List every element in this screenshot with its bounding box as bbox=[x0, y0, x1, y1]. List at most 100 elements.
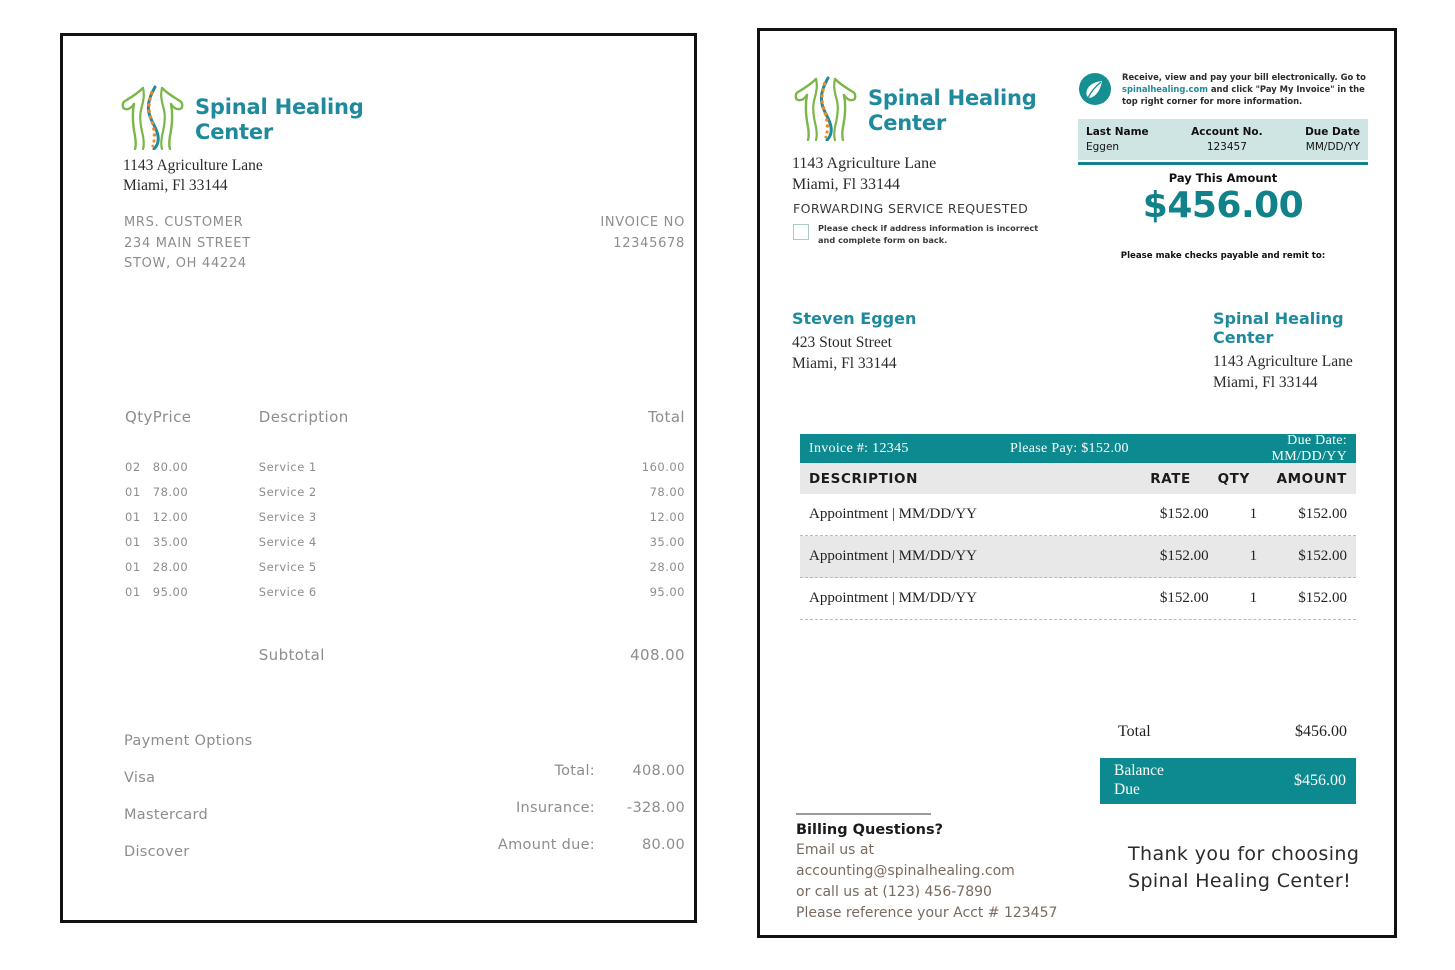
amount-due-row: Amount due: 80.00 bbox=[395, 837, 685, 853]
billing-email-address[interactable]: accounting@spinalhealing.com bbox=[796, 861, 1106, 882]
invoice-summary-bar: Invoice #: 12345 Please Pay: $152.00 Due… bbox=[800, 433, 1356, 464]
cell-price: 78.00 bbox=[152, 484, 189, 499]
spinalhealing-link[interactable]: spinalhealing.com bbox=[1122, 84, 1208, 94]
insurance-label: Insurance: bbox=[515, 800, 595, 816]
company-address-line2: Miami, Fl 33144 bbox=[123, 177, 228, 195]
brand-name-line2: Center bbox=[195, 119, 274, 144]
band-key-last-name: Last Name bbox=[1086, 126, 1149, 138]
brand-name-line1: Spinal Healing bbox=[195, 95, 364, 120]
invoice-bar-please-pay: Please Pay: $152.00 bbox=[1010, 440, 1129, 456]
amount-due-value: 80.00 bbox=[641, 837, 685, 853]
billing-questions-heading: Billing Questions? bbox=[796, 822, 944, 838]
col-header-description: Description bbox=[258, 408, 349, 426]
invoice-number-label: INVOICE NO bbox=[600, 215, 685, 230]
brand-logo-left: Spinal Healing Center bbox=[121, 84, 364, 155]
band-key-account-no: Account No. bbox=[1191, 126, 1263, 138]
cell-rate: $152.00 bbox=[1159, 548, 1209, 564]
total-value: $456.00 bbox=[1295, 723, 1347, 740]
band-cell-account-no: Account No. 123457 bbox=[1191, 126, 1262, 153]
cell-price: 28.00 bbox=[152, 559, 189, 574]
screenshot-canvas: Spinal Healing Center 1143 Agriculture L… bbox=[0, 0, 1455, 970]
cell-total: 28.00 bbox=[649, 559, 685, 574]
customer-name: MRS. CUSTOMER bbox=[124, 215, 244, 230]
cell-qty: 02 bbox=[125, 459, 141, 474]
brand-name-line2: Center bbox=[868, 110, 947, 135]
col-header-price: Price bbox=[152, 408, 192, 426]
remit-instruction: Please make checks payable and remit to: bbox=[1120, 250, 1326, 261]
band-underline-rule bbox=[1078, 162, 1368, 165]
invoice-table-right: Invoice #: 12345 Please Pay: $152.00 Due… bbox=[800, 433, 1356, 620]
line-items-table-left: Qty Price Description Total 02 80.00 Ser… bbox=[63, 408, 694, 664]
table-row: 01 95.00 Service 6 95.00 bbox=[63, 579, 694, 604]
invoice-bar-number: Invoice #: 12345 bbox=[809, 440, 909, 456]
table-row: Appointment | MM/DD/YY $152.00 1 $152.00 bbox=[800, 578, 1356, 620]
balance-due-label: Balance Due bbox=[1100, 762, 1294, 799]
total-label: Total bbox=[1118, 723, 1151, 740]
payer-name: Steven Eggen bbox=[792, 309, 917, 328]
payee-block: Spinal Healing Center 1143 Agriculture L… bbox=[1077, 309, 1362, 393]
balance-due-line1: Balance bbox=[1114, 762, 1164, 780]
electronic-billing-text: Receive, view and pay your bill electron… bbox=[1122, 71, 1368, 108]
amount-due-label: Amount due: bbox=[497, 837, 595, 853]
company-address-line2: Miami, Fl 33144 bbox=[792, 176, 901, 194]
payee-street: 1143 Agriculture Lane bbox=[1213, 353, 1353, 370]
spine-torso-logo-icon bbox=[121, 84, 185, 155]
cell-qty: 01 bbox=[125, 534, 141, 549]
table-row: 01 28.00 Service 5 28.00 bbox=[63, 554, 694, 579]
payment-option-mastercard: Mastercard bbox=[124, 807, 208, 823]
customer-street: 234 MAIN STREET bbox=[124, 235, 251, 251]
leaf-circle-icon bbox=[1078, 72, 1112, 111]
payment-options-title: Payment Options bbox=[124, 733, 253, 749]
pay-this-amount-label: Pay This Amount bbox=[1168, 171, 1278, 185]
spine-torso-logo-icon bbox=[794, 75, 858, 146]
table-row: 01 35.00 Service 4 35.00 bbox=[63, 529, 694, 554]
cell-total: 95.00 bbox=[649, 584, 685, 599]
address-correction-line1: Please check if address information is i… bbox=[818, 223, 1039, 233]
address-correction-checkbox-row[interactable]: Please check if address information is i… bbox=[793, 223, 1038, 246]
col-header-description: DESCRIPTION bbox=[809, 470, 918, 487]
band-value-due-date: MM/DD/YY bbox=[1305, 141, 1360, 153]
payee-name: Spinal Healing Center bbox=[1213, 309, 1344, 347]
billing-email-intro: Email us at bbox=[796, 842, 874, 858]
payment-option-discover: Discover bbox=[124, 844, 190, 860]
statement-page-right: Spinal Healing Center 1143 Agriculture L… bbox=[757, 28, 1397, 938]
insurance-value: -328.00 bbox=[626, 800, 685, 816]
billing-phone: or call us at (123) 456-7890 bbox=[796, 884, 992, 900]
totals-block-right: Total $456.00 Balance Due $456.00 bbox=[1100, 716, 1356, 804]
col-header-qty: Qty bbox=[125, 408, 153, 426]
cell-description: Service 2 bbox=[258, 484, 317, 499]
brand-logo-right: Spinal Healing Center bbox=[794, 75, 1037, 146]
cell-description: Service 5 bbox=[258, 559, 317, 574]
cell-description: Service 6 bbox=[258, 584, 317, 599]
table-row: 01 12.00 Service 3 12.00 bbox=[63, 504, 694, 529]
payer-citystate: Miami, Fl 33144 bbox=[792, 355, 897, 373]
cell-qty: 1 bbox=[1249, 548, 1258, 564]
cell-price: 12.00 bbox=[152, 509, 189, 524]
payee-citystate: Miami, Fl 33144 bbox=[1213, 374, 1318, 392]
company-address-right: 1143 Agriculture Lane Miami, Fl 33144 bbox=[792, 153, 936, 196]
invoice-number-block: INVOICE NO 12345678 bbox=[600, 213, 685, 254]
table-row: 02 80.00 Service 1 160.00 bbox=[63, 454, 694, 479]
cell-description: Appointment | MM/DD/YY bbox=[809, 506, 978, 522]
cell-total: 78.00 bbox=[649, 484, 685, 499]
account-summary-band: Last Name Eggen Account No. 123457 Due D… bbox=[1078, 119, 1368, 160]
cell-total: 35.00 bbox=[649, 534, 685, 549]
company-address-line1: 1143 Agriculture Lane bbox=[792, 155, 937, 172]
footer-divider bbox=[796, 813, 931, 815]
cell-total: 12.00 bbox=[649, 509, 685, 524]
cell-description: Service 1 bbox=[258, 459, 317, 474]
billing-questions-block: Billing Questions? Email us at accountin… bbox=[796, 813, 1106, 924]
cell-qty: 01 bbox=[125, 484, 141, 499]
cell-qty: 01 bbox=[125, 559, 141, 574]
address-correction-line2: and complete form on back. bbox=[818, 234, 948, 245]
cell-qty: 1 bbox=[1249, 506, 1258, 522]
cell-description: Service 3 bbox=[258, 509, 317, 524]
balance-due-value: $456.00 bbox=[1294, 772, 1346, 789]
band-cell-due-date: Due Date MM/DD/YY bbox=[1305, 126, 1360, 153]
forwarding-service-notice: FORWARDING SERVICE REQUESTED bbox=[793, 201, 1029, 216]
empty-checkbox-icon[interactable] bbox=[793, 224, 809, 240]
payment-options-block: Payment Options Visa Mastercard Discover bbox=[124, 733, 253, 881]
col-header-total: Total bbox=[647, 408, 685, 426]
cell-price: 80.00 bbox=[152, 459, 189, 474]
cell-price: 35.00 bbox=[152, 534, 189, 549]
